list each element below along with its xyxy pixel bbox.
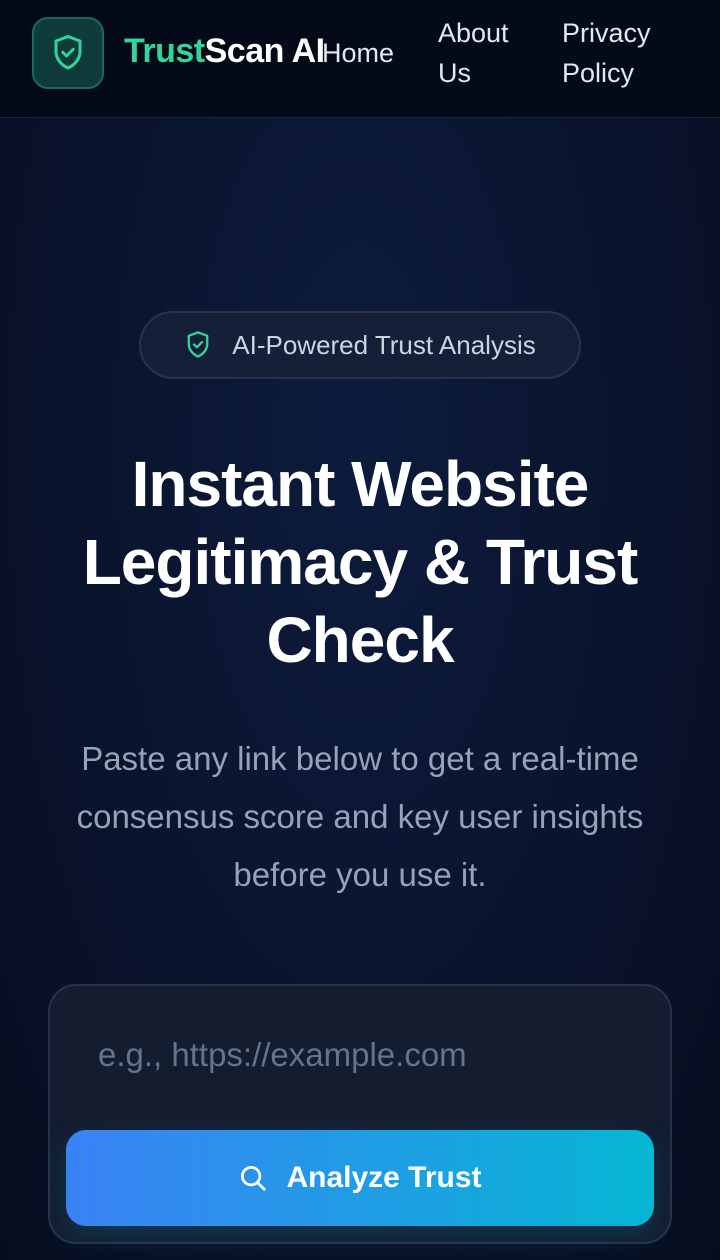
brand-name[interactable]: TrustScan AI xyxy=(124,32,325,71)
nav-link-about[interactable]: About Us xyxy=(438,13,538,93)
shield-check-icon xyxy=(54,35,82,70)
brand-name-accent: Trust xyxy=(124,32,205,70)
nav-link-privacy[interactable]: Privacy Policy xyxy=(562,13,682,93)
search-icon xyxy=(241,1166,267,1191)
navbar: TrustScan AI Home About Us Privacy Polic… xyxy=(0,0,720,118)
nav-link-home[interactable]: Home xyxy=(322,33,394,73)
page-title: Instant Website Legitimacy & Trust Check xyxy=(82,448,639,676)
feature-badge-label: AI-Powered Trust Analysis xyxy=(232,329,536,360)
analyze-trust-button[interactable]: Analyze Trust xyxy=(66,1130,654,1226)
analyze-trust-label: Analyze Trust xyxy=(286,1161,482,1194)
shield-check-icon xyxy=(187,331,209,358)
brand-name-rest: Scan AI xyxy=(204,32,325,70)
feature-badge: AI-Powered Trust Analysis xyxy=(139,311,581,379)
logo[interactable] xyxy=(32,17,104,89)
url-input[interactable] xyxy=(72,1020,632,1090)
page-subtitle: Paste any link below to get a real-time … xyxy=(76,740,644,893)
